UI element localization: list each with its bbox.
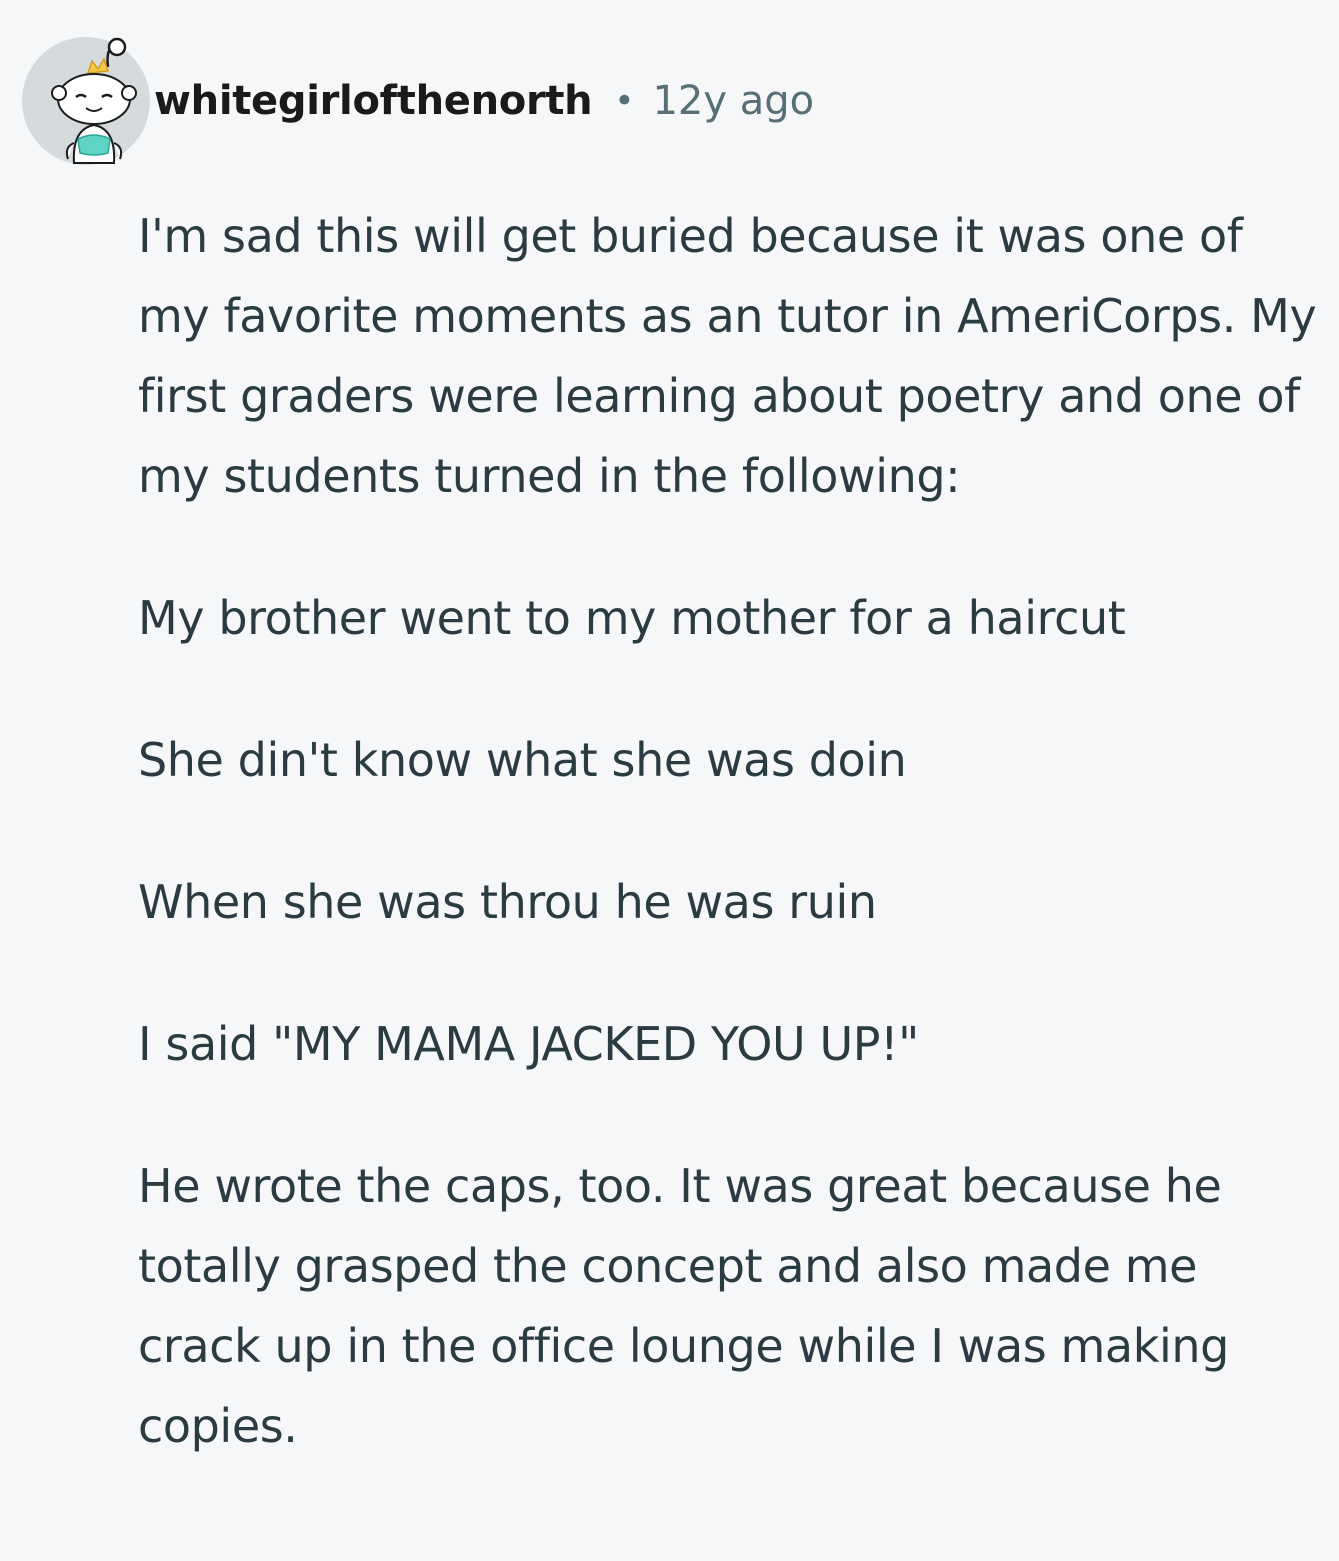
snoo-avatar-icon bbox=[51, 37, 137, 164]
comment-timestamp[interactable]: 12y ago bbox=[652, 78, 814, 124]
comment-body: I'm sad this will get buried because it … bbox=[138, 196, 1318, 1466]
avatar[interactable] bbox=[22, 37, 150, 165]
comment-header: whitegirlofthenorth • 12y ago bbox=[22, 36, 814, 166]
comment-paragraph: When she was throu he was ruin bbox=[138, 875, 877, 929]
author-username[interactable]: whitegirlofthenorth bbox=[154, 78, 593, 124]
meta-separator: • bbox=[614, 81, 635, 121]
comment-paragraph: My brother went to my mother for a hairc… bbox=[138, 591, 1126, 645]
comment-paragraph: I'm sad this will get buried because it … bbox=[138, 209, 1317, 503]
comment-paragraph: He wrote the caps, too. It was great bec… bbox=[138, 1159, 1229, 1453]
comment-paragraph: I said "MY MAMA JACKED YOU UP!" bbox=[138, 1017, 919, 1071]
comment: whitegirlofthenorth • 12y ago I'm sad th… bbox=[0, 0, 1339, 1561]
comment-paragraph: She din't know what she was doin bbox=[138, 733, 907, 787]
